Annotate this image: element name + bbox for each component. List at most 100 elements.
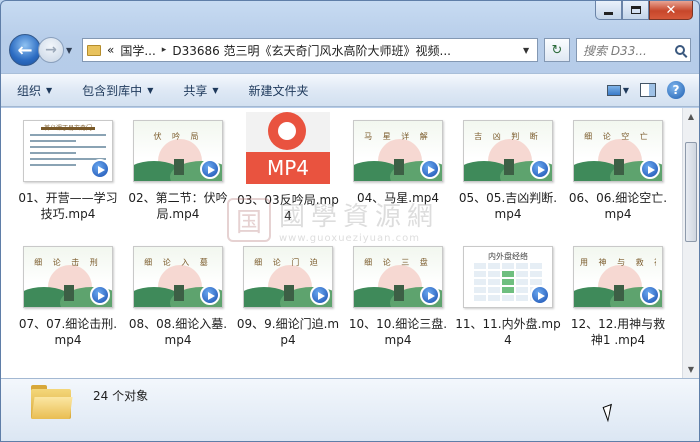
- video-thumbnail: 马 星 详 解: [353, 120, 443, 182]
- minimize-icon: [604, 11, 613, 15]
- share-label: 共享: [183, 83, 208, 98]
- arrow-right-icon: →: [45, 42, 57, 58]
- media-player-badge-icon: [640, 285, 660, 305]
- media-player-badge-icon: [200, 159, 220, 179]
- vertical-scrollbar[interactable]: ▲ ▼: [682, 108, 699, 378]
- video-thumbnail: 细 论 三 盘: [353, 246, 443, 308]
- media-player-badge-icon: [530, 285, 550, 305]
- back-button[interactable]: ←: [9, 34, 41, 66]
- file-item[interactable]: 内外盘经络 11、11.内外盘.mp4: [453, 246, 563, 348]
- media-player-badge-icon: [420, 159, 440, 179]
- file-item[interactable]: MP4 03、03反吟局.mp4: [233, 112, 343, 224]
- mp4-label: MP4: [246, 152, 330, 184]
- close-icon: ✕: [665, 2, 677, 18]
- chevron-down-icon: ▼: [212, 85, 219, 95]
- scroll-up-button[interactable]: ▲: [683, 108, 699, 125]
- file-name: 04、马星.mp4: [356, 191, 440, 205]
- address-dropdown-icon[interactable]: ▼: [523, 46, 537, 55]
- breadcrumb-item[interactable]: 国学...: [120, 42, 155, 59]
- folder-icon: [31, 385, 73, 419]
- video-thumbnail: 首义课丁易玄奇门: [23, 120, 113, 182]
- video-thumbnail: 细 论 击 刑: [23, 246, 113, 308]
- media-player-badge-icon: [90, 285, 110, 305]
- media-player-badge-icon: [200, 285, 220, 305]
- chevron-down-icon: ▼: [147, 85, 154, 95]
- media-player-badge-icon: [640, 159, 660, 179]
- explorer-window: ✕ ← → ▼ « 国学... ▸ D33686 范三明《玄天奇门风水高阶大师班…: [0, 0, 700, 442]
- address-bar[interactable]: « 国学... ▸ D33686 范三明《玄天奇门风水高阶大师班》视频... ▼: [82, 38, 538, 62]
- media-player-badge-icon: [310, 285, 330, 305]
- breadcrumb-overflow[interactable]: «: [107, 43, 114, 57]
- recent-pages-dropdown[interactable]: ▼: [66, 46, 78, 55]
- preview-pane-button[interactable]: [637, 80, 659, 100]
- file-name: 12、12.用神与救神1 .mp4: [570, 317, 666, 347]
- file-list-view[interactable]: 首义课丁易玄奇门 01、开营——学习技巧.mp4 伏 吟 局 02、第二节：伏吟局.m…: [1, 108, 699, 378]
- thumbnail-title: 细 论 门 迫: [254, 258, 322, 267]
- file-item[interactable]: 细 论 入 墓 08、08.细论入墓.mp4: [123, 246, 233, 348]
- preview-pane-icon: [640, 83, 656, 97]
- scroll-down-button[interactable]: ▼: [683, 361, 699, 378]
- search-icon[interactable]: [675, 45, 685, 55]
- media-player-badge-icon: [90, 159, 110, 179]
- maximize-button[interactable]: [622, 1, 649, 20]
- share-menu[interactable]: 共享 ▼: [183, 82, 218, 99]
- file-item[interactable]: 细 论 门 迫 09、9.细论门迫.mp4: [233, 246, 343, 348]
- file-item[interactable]: 细 论 击 刑 07、07.细论击刑.mp4: [13, 246, 123, 348]
- chevron-down-icon: ▼: [622, 85, 629, 95]
- caption-buttons: ✕: [595, 1, 693, 20]
- file-name: 06、06.细论空亡.mp4: [568, 191, 668, 221]
- video-thumbnail: 细 论 入 墓: [133, 246, 223, 308]
- breadcrumb-separator-icon[interactable]: ▸: [162, 45, 167, 55]
- maximize-icon: [630, 6, 641, 14]
- details-pane: 24 个对象: [1, 378, 699, 441]
- video-thumbnail: 伏 吟 局: [133, 120, 223, 182]
- file-name: 11、11.内外盘.mp4: [455, 317, 561, 347]
- command-bar: 组织 ▼ 包含到库中 ▼ 共享 ▼ 新建文件夹 ▼ ?: [1, 73, 699, 107]
- change-view-button[interactable]: ▼: [607, 80, 629, 100]
- file-name: 01、开营——学习技巧.mp4: [18, 191, 118, 221]
- file-name: 08、08.细论入墓.mp4: [128, 317, 228, 347]
- scrollbar-thumb[interactable]: [685, 142, 697, 242]
- search-input[interactable]: 搜索 D33...: [576, 38, 691, 62]
- file-name: 10、10.细论三盘.mp4: [348, 317, 448, 347]
- file-name: 05、05.吉凶判断.mp4: [458, 191, 558, 221]
- breadcrumb-item-current[interactable]: D33686 范三明《玄天奇门风水高阶大师班》视频...: [172, 42, 451, 59]
- thumbnail-title: 吉 凶 判 断: [474, 132, 542, 141]
- minimize-button[interactable]: [595, 1, 622, 20]
- file-item[interactable]: 用 神 与 救 神 12、12.用神与救神1 .mp4: [563, 246, 673, 348]
- thumbnail-title: 细 论 入 墓: [144, 258, 212, 267]
- media-player-badge-icon: [530, 159, 550, 179]
- file-grid: 首义课丁易玄奇门 01、开营——学习技巧.mp4 伏 吟 局 02、第二节：伏吟局.m…: [13, 112, 673, 348]
- file-item[interactable]: 细 论 空 亡 06、06.细论空亡.mp4: [563, 120, 673, 224]
- file-name: 02、第二节：伏吟局.mp4: [128, 191, 228, 221]
- arrow-down-icon: ▼: [687, 365, 695, 374]
- thumbnail-title: 细 论 三 盘: [364, 258, 432, 267]
- video-thumbnail: 细 论 空 亡: [573, 120, 663, 182]
- new-folder-button[interactable]: 新建文件夹: [249, 82, 309, 99]
- help-button[interactable]: ?: [667, 81, 685, 99]
- video-thumbnail: 吉 凶 判 断: [463, 120, 553, 182]
- file-name: 07、07.细论击刑.mp4: [18, 317, 118, 347]
- refresh-button[interactable]: ↻: [544, 38, 570, 62]
- new-folder-label: 新建文件夹: [248, 83, 309, 98]
- thumbnail-title: 马 星 详 解: [364, 132, 432, 141]
- file-item[interactable]: 马 星 详 解 04、马星.mp4: [343, 120, 453, 224]
- film-reel-icon: [268, 112, 306, 150]
- file-item[interactable]: 吉 凶 判 断 05、05.吉凶判断.mp4: [453, 120, 563, 224]
- organize-menu[interactable]: 组织 ▼: [17, 82, 52, 99]
- include-in-library-menu[interactable]: 包含到库中 ▼: [82, 82, 153, 99]
- search-placeholder: 搜索 D33...: [583, 43, 647, 58]
- mouse-cursor-icon: [602, 403, 618, 423]
- media-player-badge-icon: [420, 285, 440, 305]
- video-thumbnail: 细 论 门 迫: [243, 246, 333, 308]
- forward-button[interactable]: →: [38, 37, 64, 63]
- video-thumbnail: 用 神 与 救 神: [573, 246, 663, 308]
- file-item[interactable]: 细 论 三 盘 10、10.细论三盘.mp4: [343, 246, 453, 348]
- close-button[interactable]: ✕: [649, 1, 693, 20]
- thumbnail-title: 内外盘经络: [488, 252, 528, 261]
- file-item[interactable]: 伏 吟 局 02、第二节：伏吟局.mp4: [123, 120, 233, 224]
- chevron-down-icon: ▼: [66, 45, 73, 55]
- thumbnail-title: 用 神 与 救 神: [580, 258, 656, 267]
- arrow-left-icon: ←: [17, 39, 33, 61]
- file-item[interactable]: 首义课丁易玄奇门 01、开营——学习技巧.mp4: [13, 120, 123, 224]
